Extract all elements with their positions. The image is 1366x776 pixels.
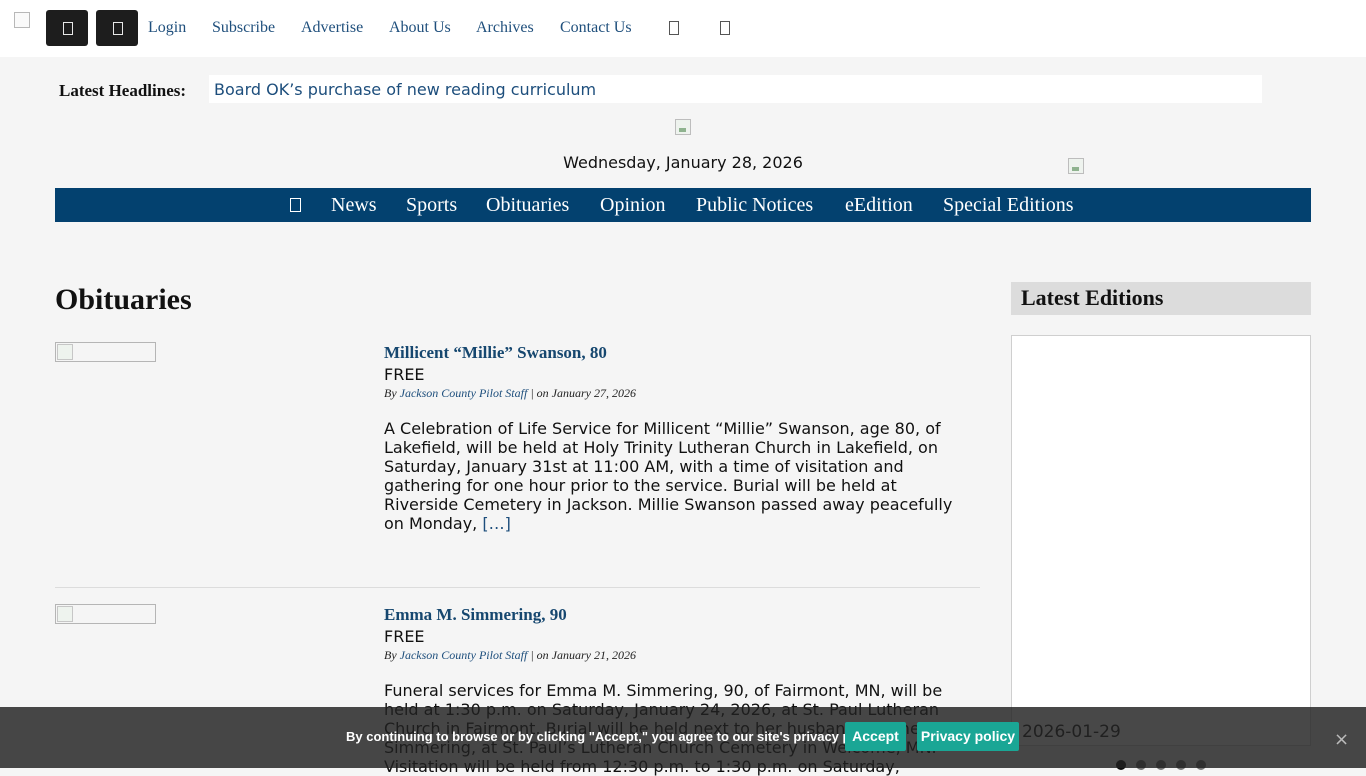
byline-separator: | xyxy=(527,648,537,662)
facebook-icon[interactable] xyxy=(669,21,679,35)
nav-item-eedition[interactable]: eEdition xyxy=(845,194,913,217)
access-badge: FREE xyxy=(384,627,425,646)
current-date: Wednesday, January 28, 2026 xyxy=(563,153,803,172)
article-title[interactable]: Millicent “Millie” Swanson, 80 xyxy=(384,343,607,363)
nav-item-obituaries[interactable]: Obituaries xyxy=(486,194,569,217)
nav-item-special-editions[interactable]: Special Editions xyxy=(943,194,1074,217)
contact-us-link[interactable]: Contact Us xyxy=(560,19,632,37)
twitter-icon[interactable] xyxy=(720,21,730,35)
cookie-notice-text: By continuing to browse or by clicking "… xyxy=(346,729,883,744)
article-divider xyxy=(55,587,980,588)
author-link[interactable]: Jackson County Pilot Staff xyxy=(400,386,528,400)
latest-headlines-label: Latest Headlines: xyxy=(59,81,187,100)
article-excerpt: A Celebration of Life Service for Millic… xyxy=(384,419,964,533)
headline-link[interactable]: Board OK’s purchase of new reading curri… xyxy=(214,80,596,99)
login-link[interactable]: Login xyxy=(148,19,186,37)
nav-item-sports[interactable]: Sports xyxy=(406,194,457,217)
page-title: Obituaries xyxy=(55,283,192,316)
byline-prefix: By xyxy=(384,648,400,662)
article-title[interactable]: Emma M. Simmering, 90 xyxy=(384,605,567,625)
article-byline: By Jackson County Pilot Staff | on Janua… xyxy=(384,648,636,663)
article-date: on January 21, 2026 xyxy=(536,648,636,662)
about-us-link[interactable]: About Us xyxy=(389,19,451,37)
sidebar-title: Latest Editions xyxy=(1021,285,1164,310)
subscribe-link[interactable]: Subscribe xyxy=(212,19,275,37)
article-byline: By Jackson County Pilot Staff | on Janua… xyxy=(384,386,636,401)
home-icon[interactable] xyxy=(290,198,301,212)
top-bar: Login Subscribe Advertise About Us Archi… xyxy=(0,0,1366,57)
byline-separator: | xyxy=(527,386,537,400)
main-nav: News Sports Obituaries Opinion Public No… xyxy=(55,188,1311,222)
menu-icon xyxy=(63,22,73,35)
menu-button[interactable] xyxy=(46,10,88,46)
edition-viewer[interactable] xyxy=(1011,335,1311,746)
read-more-link[interactable]: […] xyxy=(482,514,510,533)
search-button[interactable] xyxy=(96,10,138,46)
article-thumbnail[interactable] xyxy=(55,342,156,362)
article-thumbnail[interactable] xyxy=(55,604,156,624)
access-badge: FREE xyxy=(384,365,425,384)
nav-item-opinion[interactable]: Opinion xyxy=(600,194,666,217)
search-icon xyxy=(113,22,123,35)
masthead-image[interactable] xyxy=(675,119,691,135)
archives-link[interactable]: Archives xyxy=(476,19,534,37)
byline-prefix: By xyxy=(384,386,400,400)
article-date: on January 27, 2026 xyxy=(536,386,636,400)
excerpt-text: A Celebration of Life Service for Millic… xyxy=(384,419,953,533)
site-logo-image[interactable] xyxy=(14,12,30,28)
cookie-banner: By continuing to browse or by clicking "… xyxy=(0,707,1366,768)
headline-ticker: Board OK’s purchase of new reading curri… xyxy=(209,75,1262,103)
sidebar-heading: Latest Editions xyxy=(1011,282,1311,315)
privacy-policy-button[interactable]: Privacy policy xyxy=(917,722,1019,751)
close-icon[interactable]: × xyxy=(1334,729,1349,750)
author-link[interactable]: Jackson County Pilot Staff xyxy=(400,648,528,662)
accept-button[interactable]: Accept xyxy=(845,722,906,751)
nav-item-public-notices[interactable]: Public Notices xyxy=(696,194,813,217)
nav-item-news[interactable]: News xyxy=(331,194,377,217)
advertise-link[interactable]: Advertise xyxy=(301,19,363,37)
